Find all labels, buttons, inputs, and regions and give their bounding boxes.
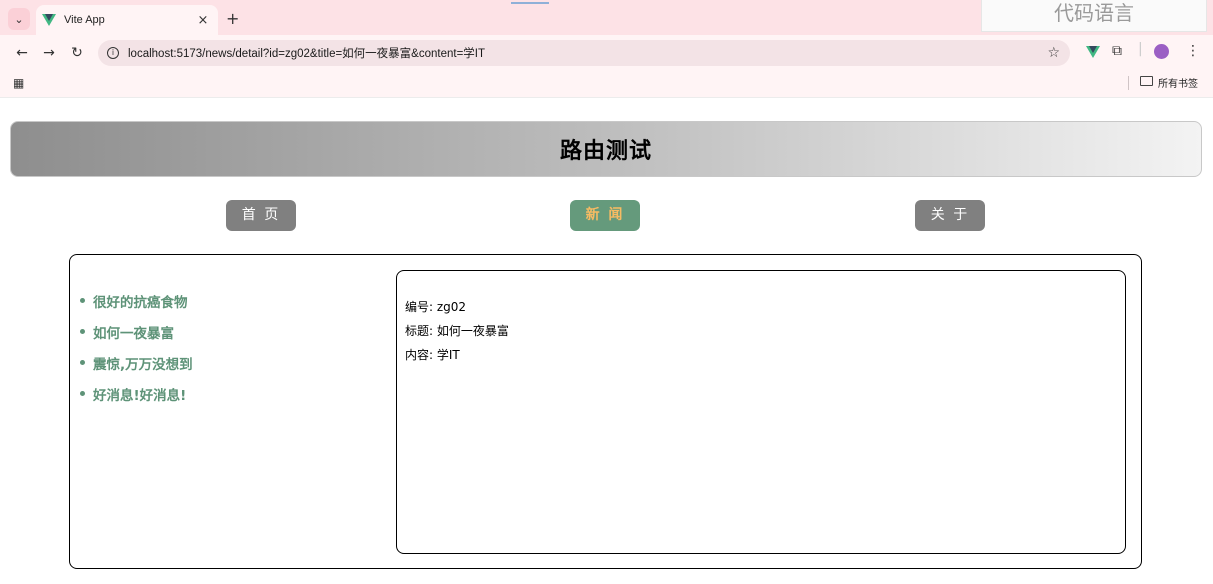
url-text[interactable]: localhost:5173/news/detail?id=zg02&title… bbox=[128, 45, 1047, 61]
new-tab-button[interactable]: + bbox=[226, 9, 239, 28]
news-link[interactable]: 好消息!好消息! bbox=[93, 384, 186, 404]
nav-news-link[interactable]: 新 闻 bbox=[570, 200, 640, 231]
news-list-item[interactable]: 如何一夜暴富 bbox=[80, 316, 193, 347]
detail-title: 标题: 如何一夜暴富 bbox=[405, 324, 509, 338]
bullet-icon bbox=[80, 360, 85, 365]
news-list-item[interactable]: 好消息!好消息! bbox=[80, 378, 193, 409]
nav-home-link[interactable]: 首 页 bbox=[226, 200, 296, 231]
news-list: 很好的抗癌食物 如何一夜暴富 震惊,万万没想到 好消息!好消息! bbox=[80, 285, 193, 409]
toolbar-divider: | bbox=[1138, 41, 1143, 57]
news-link[interactable]: 很好的抗癌食物 bbox=[93, 291, 188, 311]
news-detail-list: 编号: zg02 标题: 如何一夜暴富 内容: 学IT bbox=[405, 297, 509, 369]
page-banner: 路由测试 bbox=[10, 121, 1202, 177]
apps-grid-icon[interactable]: ▦ bbox=[13, 76, 24, 90]
back-arrow-icon[interactable]: ← bbox=[12, 43, 32, 63]
chevron-down-icon: ⌄ bbox=[14, 12, 24, 26]
extensions-icon[interactable]: ⧉ bbox=[1112, 43, 1122, 59]
nav-about-link[interactable]: 关 于 bbox=[915, 200, 985, 231]
forward-arrow-icon[interactable]: → bbox=[39, 43, 59, 63]
news-list-item[interactable]: 震惊,万万没想到 bbox=[80, 347, 193, 378]
news-link[interactable]: 震惊,万万没想到 bbox=[93, 353, 193, 373]
close-tab-icon[interactable]: × bbox=[194, 13, 212, 28]
news-list-item[interactable]: 很好的抗癌食物 bbox=[80, 285, 193, 316]
profile-avatar[interactable] bbox=[1154, 44, 1169, 59]
bullet-icon bbox=[80, 391, 85, 396]
tab-title: Vite App bbox=[64, 14, 105, 26]
tab-search-button[interactable]: ⌄ bbox=[8, 8, 30, 30]
corner-label: 代码语言 bbox=[981, 0, 1207, 32]
detail-content: 内容: 学IT bbox=[405, 348, 460, 362]
indicator-line bbox=[511, 2, 549, 4]
bookmarks-bar: ▦ 所有书签 bbox=[0, 70, 1213, 98]
vue-devtools-icon[interactable] bbox=[1086, 46, 1100, 58]
bookmarks-divider bbox=[1128, 76, 1129, 90]
reload-icon[interactable]: ↻ bbox=[67, 43, 87, 63]
bookmark-star-icon[interactable]: ☆ bbox=[1047, 45, 1060, 61]
detail-id: 编号: zg02 bbox=[405, 300, 467, 314]
page-title: 路由测试 bbox=[559, 139, 652, 164]
tab-bar: ⌄ Vite App × + 代码语言 bbox=[0, 0, 1213, 35]
address-bar[interactable]: i localhost:5173/news/detail?id=zg02&tit… bbox=[98, 40, 1070, 66]
tab-vite-app[interactable]: Vite App × bbox=[36, 5, 218, 35]
vue-logo-icon bbox=[42, 14, 56, 26]
folder-icon[interactable] bbox=[1140, 76, 1153, 86]
bullet-icon bbox=[80, 298, 85, 303]
news-link[interactable]: 如何一夜暴富 bbox=[93, 322, 174, 342]
bullet-icon bbox=[80, 329, 85, 334]
all-bookmarks-link[interactable]: 所有书签 bbox=[1158, 75, 1198, 90]
browser-toolbar: ← → ↻ i localhost:5173/news/detail?id=zg… bbox=[0, 35, 1213, 70]
site-info-icon[interactable]: i bbox=[107, 47, 119, 59]
more-menu-icon[interactable]: ⋮ bbox=[1186, 43, 1200, 59]
